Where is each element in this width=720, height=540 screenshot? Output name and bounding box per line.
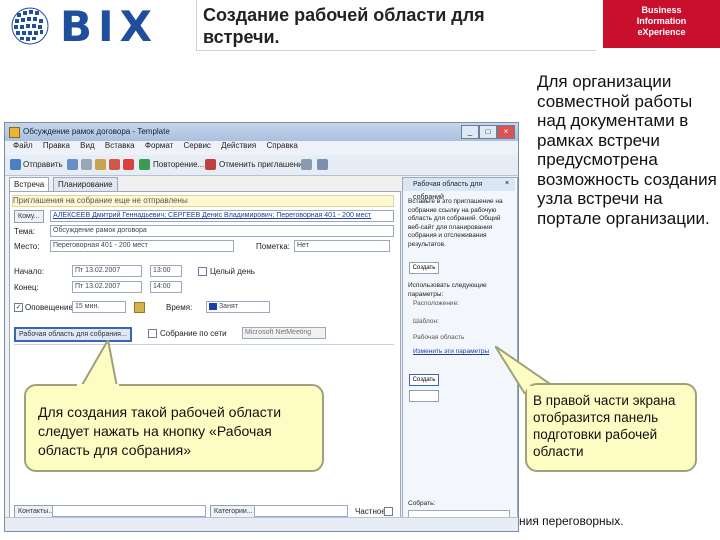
start-label: Начало: (14, 267, 45, 276)
location-label: Место: (14, 242, 40, 251)
form-tabs: Встреча Планирование (5, 177, 400, 191)
pane-intro-text: Вставьте в это приглашение на собрание с… (408, 198, 503, 248)
minimize-button[interactable]: _ (461, 125, 479, 139)
cancel-invitation-button[interactable]: Отменить приглашение (219, 158, 307, 171)
window-title-bar: Обсуждение рамок договора - Template _ □… (5, 123, 518, 141)
send-button[interactable]: Отправить (23, 158, 63, 171)
menu-actions[interactable]: Действия (221, 141, 256, 150)
badge-line-1: Business (641, 5, 682, 15)
pane-option-workspace: Рабочая область (413, 334, 465, 341)
address-book-icon[interactable] (317, 159, 328, 170)
send-icon (10, 159, 21, 170)
category-icon[interactable] (109, 159, 120, 170)
pane-create-button[interactable]: Создать (409, 374, 439, 386)
menu-help[interactable]: Справка (266, 141, 297, 150)
badge-line-2: Information (636, 16, 687, 26)
contacts-field[interactable] (52, 505, 206, 517)
badge-line-3: eXperience (637, 27, 686, 37)
menu-file[interactable]: Файл (13, 141, 33, 150)
showas-color-icon (209, 302, 217, 310)
logo-globe-icon (11, 7, 49, 45)
pane-option-template: Шаблон: (413, 318, 439, 325)
pane-options-title: Использовать следующие параметры: (408, 282, 487, 298)
to-button[interactable]: Кому... (14, 210, 44, 223)
private-label: Частное (355, 507, 386, 516)
tab-scheduling[interactable]: Планирование (53, 177, 118, 191)
logo-text: BIX (60, 2, 159, 51)
importance-icon[interactable] (123, 159, 134, 170)
maximize-button[interactable]: □ (479, 125, 497, 139)
bix-logo: BIX (8, 2, 188, 51)
pane-option-location: Расположение: (413, 300, 459, 307)
showas-field[interactable]: Занят (206, 301, 270, 313)
allday-label: Целый день (210, 267, 255, 276)
recurrence-button[interactable]: Повторение... (153, 158, 204, 171)
menu-view[interactable]: Вид (80, 141, 94, 150)
subject-label: Тема: (14, 227, 36, 236)
tab-appointment[interactable]: Встреча (9, 177, 50, 191)
start-time-field[interactable]: 13:00 (150, 265, 182, 277)
header-divider-vertical (196, 0, 197, 50)
end-time-field[interactable]: 14:00 (150, 281, 182, 293)
private-checkbox[interactable] (384, 507, 393, 516)
menu-format[interactable]: Формат (145, 141, 173, 150)
sound-icon[interactable] (134, 302, 145, 313)
online-meeting-checkbox[interactable] (148, 329, 157, 338)
close-button[interactable]: × (497, 125, 515, 139)
description-text: Для организации совместной работы над до… (537, 72, 717, 228)
recurrence-icon (139, 159, 150, 170)
showas-value: Занят (218, 303, 238, 310)
header-divider-horizontal (196, 50, 596, 51)
pane-create-button-top[interactable]: Создать (409, 262, 439, 274)
label-dropdown[interactable]: Нет (294, 240, 390, 252)
menu-bar: Файл Правка Вид Вставка Формат Сервис Де… (5, 141, 518, 155)
attach-icon[interactable] (95, 159, 106, 170)
window-title: Обсуждение рамок договора - Template (23, 127, 170, 136)
menu-insert[interactable]: Вставка (105, 141, 135, 150)
categories-field[interactable] (254, 505, 348, 517)
menu-edit[interactable]: Правка (43, 141, 70, 150)
showas-label: Время: (166, 303, 193, 312)
start-date-field[interactable]: Пт 13.02.2007 (72, 265, 142, 277)
status-bar (5, 517, 518, 531)
online-meeting-field[interactable]: Microsoft NetMeeting (242, 327, 326, 339)
pane-secondary-button[interactable] (409, 390, 439, 402)
pane-close-icon[interactable]: × (505, 180, 509, 187)
allday-checkbox[interactable] (198, 267, 207, 276)
pane-also-text: Собрать: (408, 500, 436, 507)
menu-tools[interactable]: Сервис (184, 141, 211, 150)
info-bar: Приглашения на собрание еще не отправлен… (12, 195, 394, 207)
reminder-field[interactable]: 15 мин. (72, 301, 126, 313)
reminder-label: Оповещение: (25, 303, 76, 312)
callout-left-pointer-cover (77, 384, 119, 392)
to-field[interactable]: АЛЕКСЕЕВ Дмитрий Геннадьевич; СЕРГЕЕВ Де… (50, 210, 394, 222)
slide-title: Создание рабочей области для встречи. (203, 5, 485, 47)
location-field[interactable]: Переговорная 401 - 200 мест (50, 240, 234, 252)
end-label: Конец: (14, 283, 39, 292)
pane-title: Рабочая область для собраний (403, 178, 515, 201)
label-dropdown-label: Пометка: (256, 242, 290, 251)
footer-fragment-text: ния переговорных. (519, 514, 624, 528)
end-date-field[interactable]: Пт 13.02.2007 (72, 281, 142, 293)
save-icon[interactable] (67, 159, 78, 170)
calendar-icon (9, 127, 20, 138)
toolbar: Отправить Повторение... Отменить приглаш… (5, 155, 518, 176)
print-icon[interactable] (81, 159, 92, 170)
callout-right-text: В правой части экрана отобразится панель… (533, 393, 676, 459)
callout-left-text: Для создания такой рабочей области следу… (38, 404, 282, 458)
online-meeting-label: Собрание по сети (160, 329, 227, 338)
reminder-checkbox[interactable]: ✓ (14, 303, 23, 312)
zoom-icon[interactable] (301, 159, 312, 170)
subject-field[interactable]: Обсуждение рамок договора (50, 225, 394, 237)
bix-badge: Business Information eXperience (603, 0, 720, 48)
cancel-icon (205, 159, 216, 170)
